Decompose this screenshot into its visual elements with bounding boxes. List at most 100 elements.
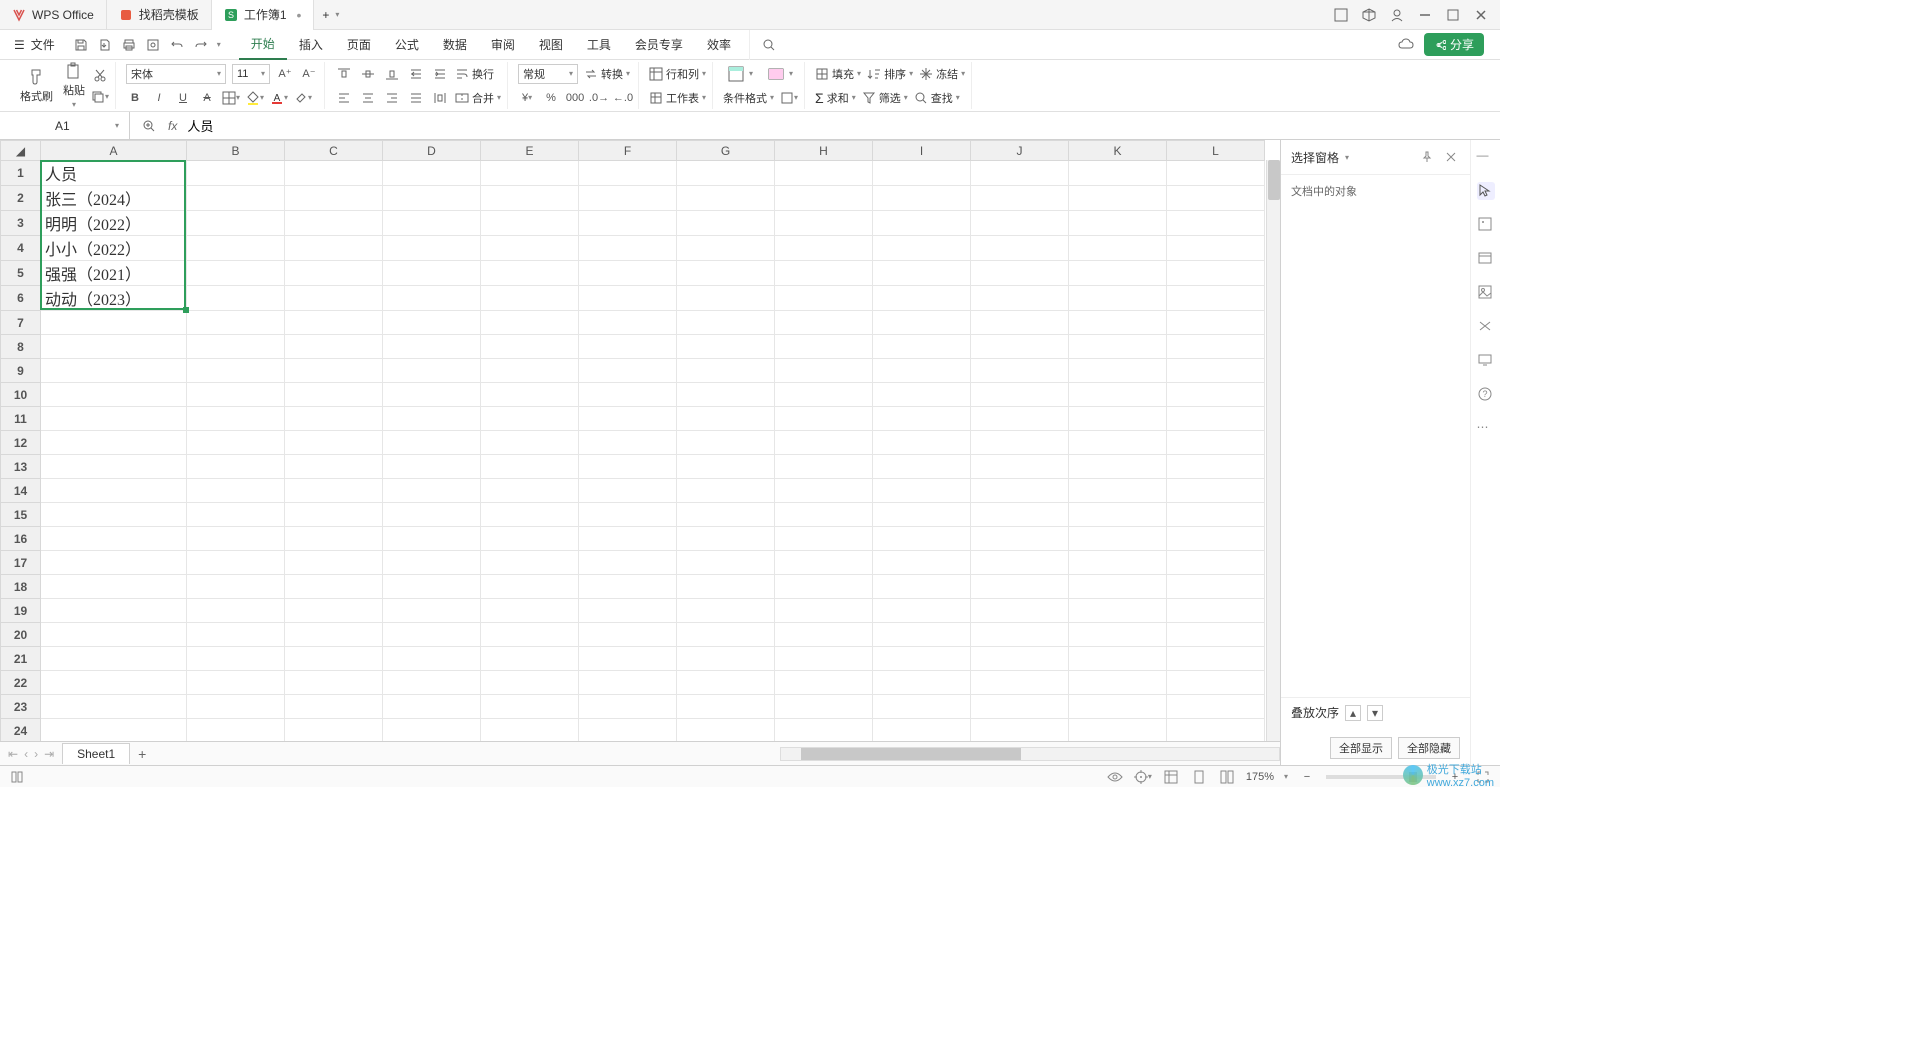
- cell-K14[interactable]: [1069, 479, 1167, 503]
- cell-G22[interactable]: [677, 671, 775, 695]
- cell-A21[interactable]: [41, 647, 187, 671]
- cell-H8[interactable]: [775, 335, 873, 359]
- cell-B20[interactable]: [187, 623, 285, 647]
- cell-B5[interactable]: [187, 261, 285, 286]
- cell-L23[interactable]: [1167, 695, 1265, 719]
- cell-K22[interactable]: [1069, 671, 1167, 695]
- cell-J16[interactable]: [971, 527, 1069, 551]
- cell-B6[interactable]: [187, 286, 285, 311]
- cell-A13[interactable]: [41, 455, 187, 479]
- save-icon[interactable]: [73, 37, 89, 53]
- tab-view[interactable]: 视图: [527, 30, 575, 60]
- cell-E21[interactable]: [481, 647, 579, 671]
- cell-D4[interactable]: [383, 236, 481, 261]
- cell-E22[interactable]: [481, 671, 579, 695]
- cell-G6[interactable]: [677, 286, 775, 311]
- cell-A16[interactable]: [41, 527, 187, 551]
- cell-J13[interactable]: [971, 455, 1069, 479]
- cell-C16[interactable]: [285, 527, 383, 551]
- cell-F10[interactable]: [579, 383, 677, 407]
- cell-L12[interactable]: [1167, 431, 1265, 455]
- cell-B21[interactable]: [187, 647, 285, 671]
- eye-icon[interactable]: [1106, 768, 1124, 786]
- fill-color-icon[interactable]: ▾: [246, 89, 264, 107]
- cell-F2[interactable]: [579, 186, 677, 211]
- cell-F6[interactable]: [579, 286, 677, 311]
- col-header-B[interactable]: B: [187, 141, 285, 161]
- cell-D14[interactable]: [383, 479, 481, 503]
- cell-H24[interactable]: [775, 719, 873, 742]
- cell-F18[interactable]: [579, 575, 677, 599]
- cell-I15[interactable]: [873, 503, 971, 527]
- paste-button[interactable]: 粘贴▾: [59, 62, 89, 109]
- row-header-2[interactable]: 2: [1, 186, 41, 211]
- cell-A1[interactable]: 人员: [41, 161, 187, 186]
- cell-J9[interactable]: [971, 359, 1069, 383]
- cell-C8[interactable]: [285, 335, 383, 359]
- cell-L21[interactable]: [1167, 647, 1265, 671]
- cell-E3[interactable]: [481, 211, 579, 236]
- more-icon[interactable]: ⋯: [1477, 420, 1495, 438]
- font-family-select[interactable]: 宋体▾: [126, 64, 226, 84]
- cell-K4[interactable]: [1069, 236, 1167, 261]
- cell-L20[interactable]: [1167, 623, 1265, 647]
- scrollbar-thumb[interactable]: [801, 748, 1021, 760]
- cell-A9[interactable]: [41, 359, 187, 383]
- cell-L9[interactable]: [1167, 359, 1265, 383]
- collapse-panel-icon[interactable]: —: [1477, 148, 1495, 166]
- cell-D19[interactable]: [383, 599, 481, 623]
- cube-icon[interactable]: [1362, 8, 1376, 22]
- status-mode-icon[interactable]: [8, 768, 26, 786]
- cell-A24[interactable]: [41, 719, 187, 742]
- cell-A14[interactable]: [41, 479, 187, 503]
- wrap-text-button[interactable]: 换行: [455, 66, 494, 82]
- cell-B8[interactable]: [187, 335, 285, 359]
- cell-F13[interactable]: [579, 455, 677, 479]
- cell-B19[interactable]: [187, 599, 285, 623]
- cell-C24[interactable]: [285, 719, 383, 742]
- target-icon[interactable]: ▾: [1134, 768, 1152, 786]
- last-sheet-icon[interactable]: ⇥: [44, 747, 54, 761]
- col-header-G[interactable]: G: [677, 141, 775, 161]
- col-header-C[interactable]: C: [285, 141, 383, 161]
- cell-J18[interactable]: [971, 575, 1069, 599]
- cell-G11[interactable]: [677, 407, 775, 431]
- help-icon[interactable]: ?: [1477, 386, 1495, 404]
- close-button[interactable]: [1474, 8, 1488, 22]
- cell-H15[interactable]: [775, 503, 873, 527]
- cell-E12[interactable]: [481, 431, 579, 455]
- cell-B10[interactable]: [187, 383, 285, 407]
- cell-I7[interactable]: [873, 311, 971, 335]
- cell-B4[interactable]: [187, 236, 285, 261]
- hide-all-button[interactable]: 全部隐藏: [1398, 737, 1460, 759]
- cell-C14[interactable]: [285, 479, 383, 503]
- convert-button[interactable]: 转换▾: [584, 66, 630, 82]
- cell-H12[interactable]: [775, 431, 873, 455]
- cell-L4[interactable]: [1167, 236, 1265, 261]
- cell-G1[interactable]: [677, 161, 775, 186]
- cell-K3[interactable]: [1069, 211, 1167, 236]
- cell-F16[interactable]: [579, 527, 677, 551]
- cell-J7[interactable]: [971, 311, 1069, 335]
- layers-icon[interactable]: [1477, 250, 1495, 268]
- cell-G2[interactable]: [677, 186, 775, 211]
- cell-J14[interactable]: [971, 479, 1069, 503]
- cloud-icon[interactable]: [1398, 37, 1414, 53]
- cell-A20[interactable]: [41, 623, 187, 647]
- cell-F21[interactable]: [579, 647, 677, 671]
- cell-L24[interactable]: [1167, 719, 1265, 742]
- worksheet-button[interactable]: 工作表▾: [649, 90, 706, 106]
- cell-J24[interactable]: [971, 719, 1069, 742]
- col-header-F[interactable]: F: [579, 141, 677, 161]
- cell-L16[interactable]: [1167, 527, 1265, 551]
- cell-F17[interactable]: [579, 551, 677, 575]
- cell-G18[interactable]: [677, 575, 775, 599]
- col-header-H[interactable]: H: [775, 141, 873, 161]
- cell-B11[interactable]: [187, 407, 285, 431]
- cell-L14[interactable]: [1167, 479, 1265, 503]
- align-center-icon[interactable]: [359, 89, 377, 107]
- cell-B12[interactable]: [187, 431, 285, 455]
- cell-G14[interactable]: [677, 479, 775, 503]
- cell-C20[interactable]: [285, 623, 383, 647]
- tab-tools[interactable]: 工具: [575, 30, 623, 60]
